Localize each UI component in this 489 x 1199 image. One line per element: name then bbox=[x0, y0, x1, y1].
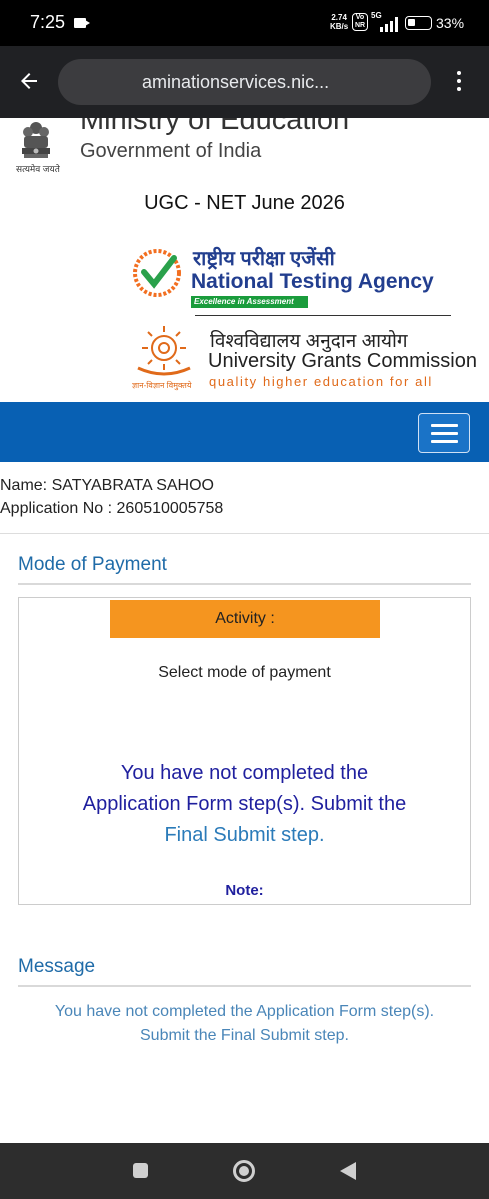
network-speed-value: 2.74 bbox=[331, 13, 347, 22]
battery-icon bbox=[405, 16, 432, 30]
nta-hindi-name: राष्ट्रीय परीक्षा एजेंसी bbox=[193, 248, 335, 270]
payment-section-divider bbox=[18, 583, 471, 585]
back-arrow-icon[interactable] bbox=[14, 66, 44, 96]
activity-header: Activity : bbox=[110, 600, 380, 638]
emblem-motto: सत्यमेव जयते bbox=[16, 164, 60, 174]
status-time: 7:25 bbox=[30, 12, 66, 32]
payment-section-title: Mode of Payment bbox=[18, 554, 167, 575]
warning-text: You have not completed the Application F… bbox=[82, 762, 407, 815]
volte-bottom-label: NR bbox=[354, 22, 366, 29]
browser-toolbar: aminationservices.nic... bbox=[0, 46, 489, 118]
exam-title: UGC - NET June 2026 bbox=[144, 192, 345, 214]
candidate-name-value: SATYABRATA SAHOO bbox=[51, 477, 214, 494]
camera-recording-icon bbox=[74, 18, 90, 28]
url-bar[interactable]: aminationservices.nic... bbox=[58, 59, 431, 105]
volte-top-label: Vo bbox=[355, 14, 365, 21]
volte-icon: Vo NR bbox=[352, 13, 368, 31]
incomplete-warning: You have not completed the Application F… bbox=[79, 758, 410, 851]
application-number-value: 260510005758 bbox=[116, 500, 224, 517]
candidate-name-label: Name: bbox=[0, 477, 48, 494]
network-speed: 2.74 KB/s bbox=[330, 13, 348, 31]
nta-logo bbox=[132, 248, 182, 298]
nta-name: National Testing Agency bbox=[191, 270, 434, 293]
logo-divider bbox=[195, 315, 451, 316]
battery-percent: 33% bbox=[436, 15, 465, 31]
select-mode-text: Select mode of payment bbox=[158, 664, 331, 681]
candidate-name: Name: SATYABRATA SAHOO bbox=[0, 477, 214, 495]
national-emblem: सत्यमेव जयते bbox=[14, 118, 80, 180]
recent-apps-icon[interactable] bbox=[133, 1163, 148, 1178]
system-navigation-bar bbox=[0, 1143, 489, 1199]
hamburger-menu-button[interactable] bbox=[418, 413, 470, 453]
network-speed-unit: KB/s bbox=[330, 22, 349, 31]
message-text: You have not completed the Application F… bbox=[54, 1003, 435, 1044]
signal-icon bbox=[376, 14, 400, 32]
message-section-divider bbox=[18, 985, 471, 987]
application-number: Application No : 260510005758 bbox=[0, 500, 223, 518]
home-icon[interactable] bbox=[233, 1160, 255, 1182]
ugc-name: University Grants Commission bbox=[208, 350, 477, 372]
back-triangle-icon[interactable] bbox=[340, 1162, 356, 1180]
government-title: Government of India bbox=[80, 140, 262, 162]
message-section-title: Message bbox=[18, 956, 96, 977]
ugc-logo-motto: ज्ञान-विज्ञान विमुक्तये bbox=[132, 381, 192, 390]
warning-step-text: step. bbox=[281, 824, 325, 846]
nta-tagline: Excellence in Assessment bbox=[191, 296, 308, 308]
note-label: Note: bbox=[225, 882, 264, 899]
payment-panel: Activity : Select mode of payment You ha… bbox=[18, 597, 471, 905]
final-submit-link[interactable]: Final Submit bbox=[164, 824, 275, 846]
site-navbar bbox=[0, 402, 489, 462]
ugc-logo: ज्ञान-विज्ञान विमुक्तये bbox=[132, 318, 202, 394]
status-bar: 7:25 2.74 KB/s Vo NR 5G 33% bbox=[0, 0, 489, 46]
info-divider bbox=[0, 533, 489, 534]
ugc-tagline: quality higher education for all bbox=[209, 374, 433, 389]
application-number-label: Application No : bbox=[0, 500, 113, 517]
more-options-icon[interactable] bbox=[447, 66, 471, 96]
